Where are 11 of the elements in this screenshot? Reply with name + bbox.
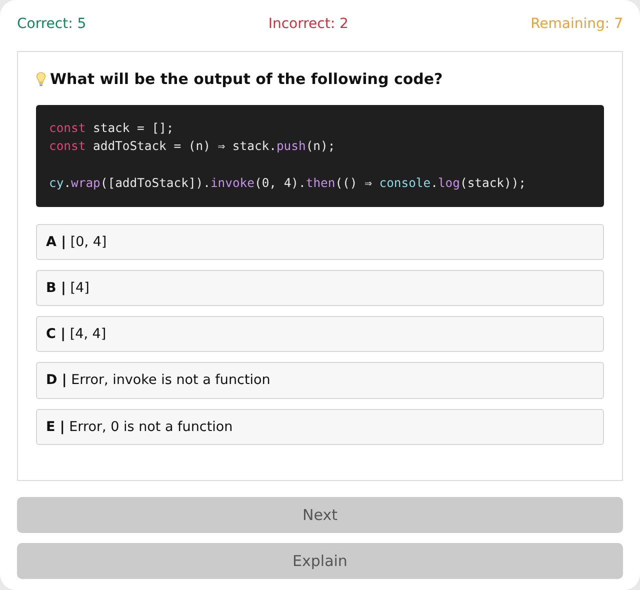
- remaining-count: Remaining: 7: [530, 15, 623, 34]
- lightbulb-icon: [36, 72, 46, 87]
- answer-option[interactable]: E | Error, 0 is not a function: [36, 408, 604, 445]
- answer-option[interactable]: D | Error, invoke is not a function: [36, 362, 604, 398]
- incorrect-count: Incorrect: 2: [268, 15, 348, 34]
- answer-option[interactable]: A | [0, 4]: [36, 224, 604, 260]
- answer-option[interactable]: C | [4, 4]: [36, 316, 604, 352]
- code-block: const stack = []; const addToStack = (n) ⇒ stack.push(n); cy.wrap([addToStack]).invoke(0, 4).then(() ⇒ console.log(stack));: [36, 104, 604, 206]
- question-text: What will be the output of the following code?: [50, 69, 443, 90]
- correct-count: Correct: 5: [17, 15, 86, 34]
- answer-option[interactable]: B | [4]: [36, 270, 604, 306]
